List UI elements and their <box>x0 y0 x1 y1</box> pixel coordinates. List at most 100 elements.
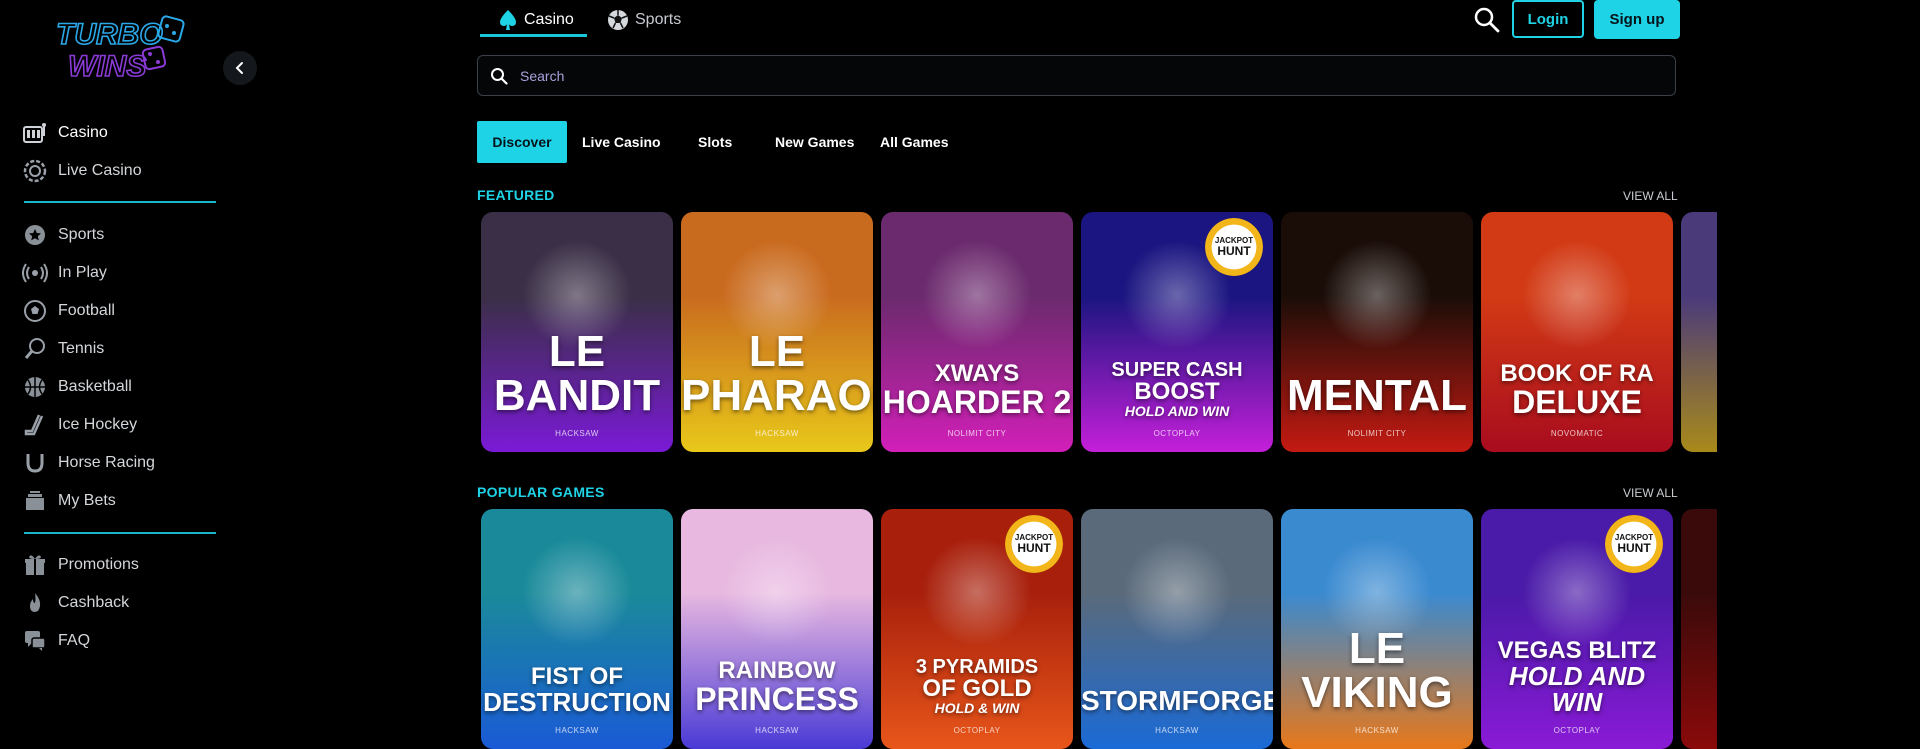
sidebar-item-horse-racing[interactable]: Horse Racing <box>22 448 155 478</box>
sidebar-item-label: Basketball <box>58 378 132 395</box>
game-provider: HACKSAW <box>755 429 799 438</box>
roulette-chip-icon <box>22 158 48 184</box>
game-card[interactable]: 3 PYRAMIDS OF GOLD HOLD & WIN OCTOPLAY JACKP… <box>881 509 1073 749</box>
game-title-line: HOARDER 2 <box>882 384 1072 420</box>
sidebar-item-cashback[interactable]: Cashback <box>22 588 129 618</box>
game-card[interactable]: STORMFORGED HACKSAW <box>1081 509 1273 749</box>
sidebar-item-in-play[interactable]: In Play <box>22 258 107 288</box>
featured-games-row: LE BANDITHACKSAWLE PHARAOHHACKSAWXWAYSHO… <box>481 212 1717 452</box>
sidebar-item-label: Tennis <box>58 340 105 357</box>
sidebar-item-ice-hockey[interactable]: Ice Hockey <box>22 410 137 440</box>
category-all-games[interactable]: All Games <box>868 121 960 163</box>
jackpot-badge-line2: HUNT <box>1617 541 1651 555</box>
logo-text-line1: TURBO <box>56 18 163 51</box>
category-new-games[interactable]: New Games <box>763 121 866 163</box>
game-title: LE PHARAOH <box>681 330 873 418</box>
sidebar-item-football[interactable]: Football <box>22 296 115 326</box>
game-search-box[interactable] <box>477 55 1676 96</box>
jackpot-hunt-badge: JACKPOT HUNT <box>1205 218 1263 276</box>
game-card[interactable]: XWAYS HOARDER 2 NOLIMIT CITY <box>881 212 1073 452</box>
category-live-casino[interactable]: Live Casino <box>570 121 673 163</box>
game-character-art <box>1322 240 1432 350</box>
star-badge-icon <box>22 222 48 248</box>
search-icon <box>491 67 508 85</box>
search-icon[interactable] <box>1473 6 1501 34</box>
tab-casino[interactable]: Casino <box>498 4 574 36</box>
game-title: LE BANDIT <box>481 330 673 418</box>
game-character-art <box>722 537 832 647</box>
category-discover[interactable]: Discover <box>477 121 567 163</box>
section-title-popular: POPULAR GAMES <box>477 484 605 500</box>
tab-label: Sports <box>635 11 682 28</box>
game-card[interactable]: FI <box>1681 509 1717 749</box>
ticket-stack-icon <box>22 488 48 514</box>
game-title: LE VIKING <box>1281 627 1473 715</box>
game-title-line: LE PHARAOH <box>681 327 873 420</box>
sidebar-item-sports[interactable]: Sports <box>22 220 104 250</box>
sidebar-item-faq[interactable]: FAQ <box>22 626 90 656</box>
sidebar-item-live-casino[interactable]: Live Casino <box>22 156 142 186</box>
game-card[interactable]: LE VIKING HACKSAW <box>1281 509 1473 749</box>
sidebar-item-casino[interactable]: Casino <box>22 118 108 148</box>
game-card[interactable]: VEGAS BLITZ HOLD AND WIN OCTOPLAY JACKPOT HU… <box>1481 509 1673 749</box>
tab-sports[interactable]: Sports <box>607 4 681 36</box>
sidebar-item-promotions[interactable]: Promotions <box>22 550 139 580</box>
game-title: BOOK OF RA DELUXE <box>1481 362 1673 419</box>
game-provider: HACKSAW <box>1355 726 1399 735</box>
turbo-wins-logo[interactable]: TURBO WINS <box>52 14 188 86</box>
game-card[interactable]: MENTAL NOLIMIT CITY <box>1281 212 1473 452</box>
sidebar-item-label: Live Casino <box>58 162 142 179</box>
game-title-line: XWAYS <box>934 360 1020 387</box>
sidebar-item-label: Casino <box>58 124 108 141</box>
game-title-line: PRINCESS <box>695 681 859 717</box>
game-title-line: LE BANDIT <box>493 327 661 420</box>
chevron-left-icon <box>235 62 243 74</box>
game-title-line: HOLD AND WIN <box>1124 403 1230 419</box>
game-provider: HACKSAW <box>555 726 599 735</box>
hockey-stick-icon <box>22 412 48 438</box>
view-all-featured-link[interactable]: VIEW ALL <box>1623 189 1678 203</box>
sidebar-collapse-button[interactable] <box>223 51 257 85</box>
game-provider: OCTOPLAY <box>953 726 1001 735</box>
game-card[interactable]: C <box>1681 212 1717 452</box>
jackpot-hunt-badge: JACKPOT HUNT <box>1605 515 1663 573</box>
game-provider: NOLIMIT CITY <box>947 429 1007 438</box>
game-title-line: VEGAS BLITZ <box>1497 637 1657 664</box>
game-character-art <box>1522 240 1632 350</box>
game-title-line: STORMFORGED <box>1081 685 1273 716</box>
sidebar-divider <box>24 532 216 534</box>
view-all-popular-link[interactable]: VIEW ALL <box>1623 486 1678 500</box>
popular-games-row: FIST OF DESTRUCTION HACKSAW RAINBOW PRINCESS… <box>481 509 1717 749</box>
game-card[interactable]: BOOK OF RA DELUXE NOVOMATIC <box>1481 212 1673 452</box>
game-card[interactable]: LE PHARAOH HACKSAW <box>681 212 873 452</box>
game-card[interactable]: FIST OF DESTRUCTION HACKSAW <box>481 509 673 749</box>
game-character-art <box>1122 537 1232 647</box>
horseshoe-icon <box>22 450 48 476</box>
search-input[interactable] <box>518 66 1622 85</box>
game-title-line: FI <box>1681 671 1717 715</box>
sidebar-item-my-bets[interactable]: My Bets <box>22 486 116 516</box>
game-title: MENTAL <box>1281 374 1473 418</box>
flame-icon <box>22 590 48 616</box>
spade-icon <box>500 10 516 30</box>
basketball-icon <box>22 374 48 400</box>
category-slots[interactable]: Slots <box>686 121 744 163</box>
game-title: FIST OF DESTRUCTION <box>481 665 673 716</box>
login-button[interactable]: Login <box>1512 0 1584 38</box>
sidebar-item-tennis[interactable]: Tennis <box>22 334 104 364</box>
game-card[interactable]: LE BANDIT HACKSAW <box>481 212 673 452</box>
game-card[interactable]: SUPER CASH BOOST HOLD AND WIN OCTOPLAY JACKP… <box>1081 212 1273 452</box>
game-title-line: LE VIKING <box>1301 624 1453 717</box>
game-provider: OCTOPLAY <box>1153 429 1201 438</box>
sidebar-item-basketball[interactable]: Basketball <box>22 372 132 402</box>
game-title-line: OF GOLD <box>922 675 1032 702</box>
game-title: FI <box>1681 671 1717 715</box>
sidebar-item-label: Promotions <box>58 556 139 573</box>
game-character-art <box>522 537 632 647</box>
gift-icon <box>22 552 48 578</box>
signup-button[interactable]: Sign up <box>1594 0 1680 39</box>
sidebar-item-label: In Play <box>58 264 107 281</box>
game-title-line: HOLD AND WIN <box>1508 661 1646 717</box>
sidebar-item-label: My Bets <box>58 492 116 509</box>
game-card[interactable]: RAINBOW PRINCESS HACKSAW <box>681 509 873 749</box>
